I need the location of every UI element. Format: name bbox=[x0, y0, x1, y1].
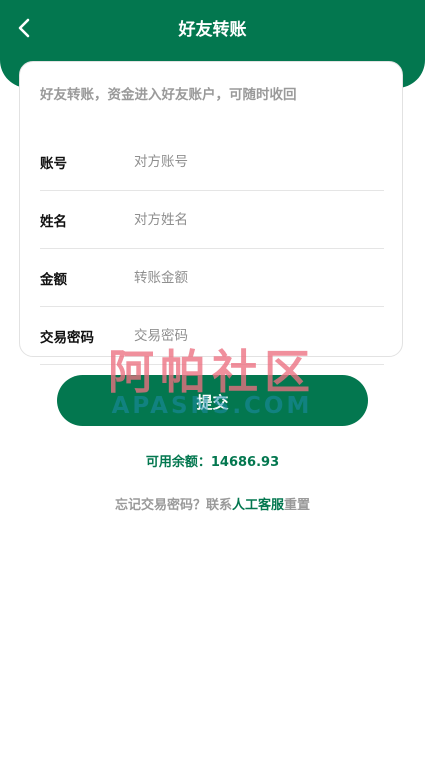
amount-input[interactable] bbox=[134, 269, 374, 286]
name-input[interactable] bbox=[134, 211, 374, 228]
available-balance: 可用余额：14686.93 bbox=[0, 451, 425, 470]
balance-amount: 14686.93 bbox=[210, 455, 280, 470]
trade-password-input[interactable] bbox=[134, 327, 374, 344]
transfer-note: 好友转账，资金进入好友账户，可随时收回 bbox=[40, 87, 297, 103]
balance-label: 可用余额： bbox=[145, 455, 211, 470]
account-label: 账号 bbox=[40, 155, 67, 172]
forgot-password-hint: 忘记交易密码？联系人工客服重置 bbox=[0, 494, 425, 513]
name-label: 姓名 bbox=[40, 213, 67, 230]
trade-password-row: 交易密码 bbox=[40, 307, 384, 365]
transfer-page: 好友转账 好友转账，资金进入好友账户，可随时收回 账号 姓名 金额 交易密码 提… bbox=[0, 0, 425, 773]
forgot-suffix: 重置 bbox=[284, 498, 311, 513]
submit-button[interactable]: 提交 bbox=[57, 375, 368, 426]
forgot-prefix: 忘记交易密码？联系 bbox=[114, 498, 232, 513]
trade-password-label: 交易密码 bbox=[40, 329, 94, 346]
customer-service-link[interactable]: 人工客服 bbox=[232, 498, 284, 513]
name-row: 姓名 bbox=[40, 191, 384, 249]
transfer-form-card: 好友转账，资金进入好友账户，可随时收回 账号 姓名 金额 交易密码 bbox=[19, 61, 403, 365]
page-title: 好友转账 bbox=[178, 20, 247, 40]
amount-label: 金额 bbox=[40, 271, 67, 288]
account-input[interactable] bbox=[134, 153, 374, 170]
amount-row: 金额 bbox=[40, 249, 384, 307]
account-row: 账号 bbox=[40, 133, 384, 191]
